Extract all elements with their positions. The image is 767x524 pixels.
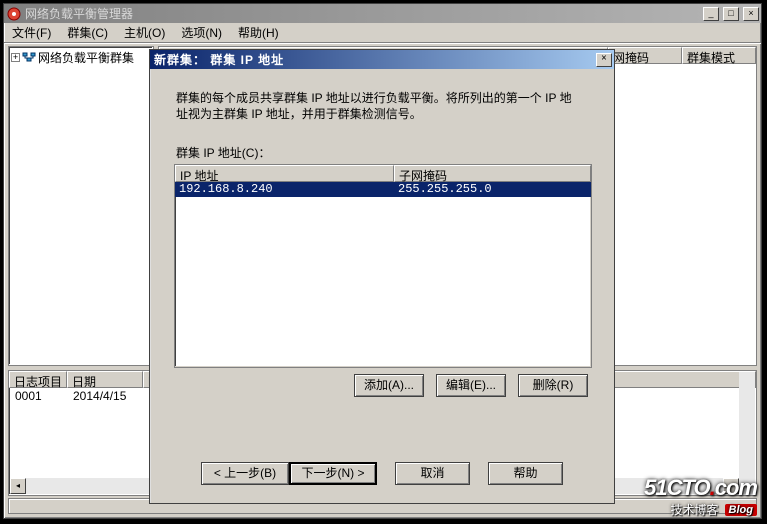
help-button[interactable]: 帮助	[488, 462, 563, 485]
menu-help[interactable]: 帮助(H)	[234, 22, 287, 43]
main-titlebar: 网络负载平衡管理器 _ □ ×	[4, 4, 761, 23]
app-icon	[7, 7, 21, 21]
back-button[interactable]: < 上一步(B)	[201, 462, 289, 485]
ip-list-header: IP 地址 子网掩码	[175, 165, 591, 182]
tree-panel[interactable]: + 网络负载平衡群集	[8, 46, 154, 366]
menu-host[interactable]: 主机(O)	[120, 22, 173, 43]
log-col-date[interactable]: 日期	[67, 371, 143, 388]
edit-button[interactable]: 编辑(E)...	[436, 374, 506, 397]
log-scrollbar-v[interactable]	[739, 372, 755, 494]
dialog-body: 群集的每个成员共享群集 IP 地址以进行负载平衡。将所列出的第一个 IP 地址视…	[154, 72, 610, 499]
ip-list-row-selected[interactable]: 192.168.8.240 255.255.255.0	[175, 182, 591, 197]
cancel-button[interactable]: 取消	[395, 462, 470, 485]
menubar: 文件(F) 群集(C) 主机(O) 选项(N) 帮助(H)	[4, 23, 761, 43]
log-item: 0001	[11, 388, 69, 404]
maximize-button[interactable]: □	[723, 7, 739, 21]
menu-options[interactable]: 选项(N)	[177, 22, 230, 43]
tree-root-row[interactable]: + 网络负载平衡群集	[11, 49, 151, 65]
minimize-button[interactable]: _	[703, 7, 719, 21]
tree-root-label: 网络负载平衡群集	[38, 49, 134, 66]
dialog-title: 新群集： 群集 IP 地址	[154, 51, 596, 68]
col-ip[interactable]: IP 地址	[175, 165, 394, 182]
col-mask[interactable]: 子网掩码	[394, 165, 591, 182]
col-mode[interactable]: 群集模式	[682, 47, 756, 64]
spacer	[470, 462, 488, 485]
dialog-close-button[interactable]: ×	[596, 53, 612, 67]
next-button[interactable]: 下一步(N) >	[289, 462, 377, 485]
scroll-left-icon[interactable]: ◂	[10, 478, 26, 494]
menu-cluster[interactable]: 群集(C)	[63, 22, 116, 43]
menu-file[interactable]: 文件(F)	[8, 22, 59, 43]
dialog-titlebar[interactable]: 新群集： 群集 IP 地址 ×	[150, 50, 614, 69]
new-cluster-dialog: 新群集： 群集 IP 地址 × 群集的每个成员共享群集 IP 地址以进行负载平衡…	[149, 49, 615, 504]
wizard-buttons: < 上一步(B) 下一步(N) > 取消 帮助	[154, 462, 610, 485]
window-controls: _ □ ×	[701, 7, 761, 21]
add-button[interactable]: 添加(A)...	[354, 374, 424, 397]
mask-cell: 255.255.255.0	[394, 182, 496, 197]
remove-button[interactable]: 删除(R)	[518, 374, 588, 397]
cluster-icon	[22, 50, 36, 64]
main-title: 网络负载平衡管理器	[25, 5, 701, 22]
tree-expander-icon[interactable]: +	[11, 53, 20, 62]
list-buttons: 添加(A)... 编辑(E)... 删除(R)	[354, 374, 588, 397]
dialog-description: 群集的每个成员共享群集 IP 地址以进行负载平衡。将所列出的第一个 IP 地址视…	[176, 90, 582, 122]
log-date: 2014/4/15	[69, 388, 145, 404]
close-button[interactable]: ×	[743, 7, 759, 21]
ip-cell: 192.168.8.240	[175, 182, 394, 197]
scroll-right-icon[interactable]: ▸	[723, 478, 739, 494]
col-netmask[interactable]: 网掩码	[608, 47, 682, 64]
spacer	[377, 462, 395, 485]
ip-list-label: 群集 IP 地址(C)：	[176, 144, 270, 161]
log-col-item[interactable]: 日志项目	[9, 371, 67, 388]
ip-list[interactable]: IP 地址 子网掩码 192.168.8.240 255.255.255.0	[174, 164, 592, 368]
